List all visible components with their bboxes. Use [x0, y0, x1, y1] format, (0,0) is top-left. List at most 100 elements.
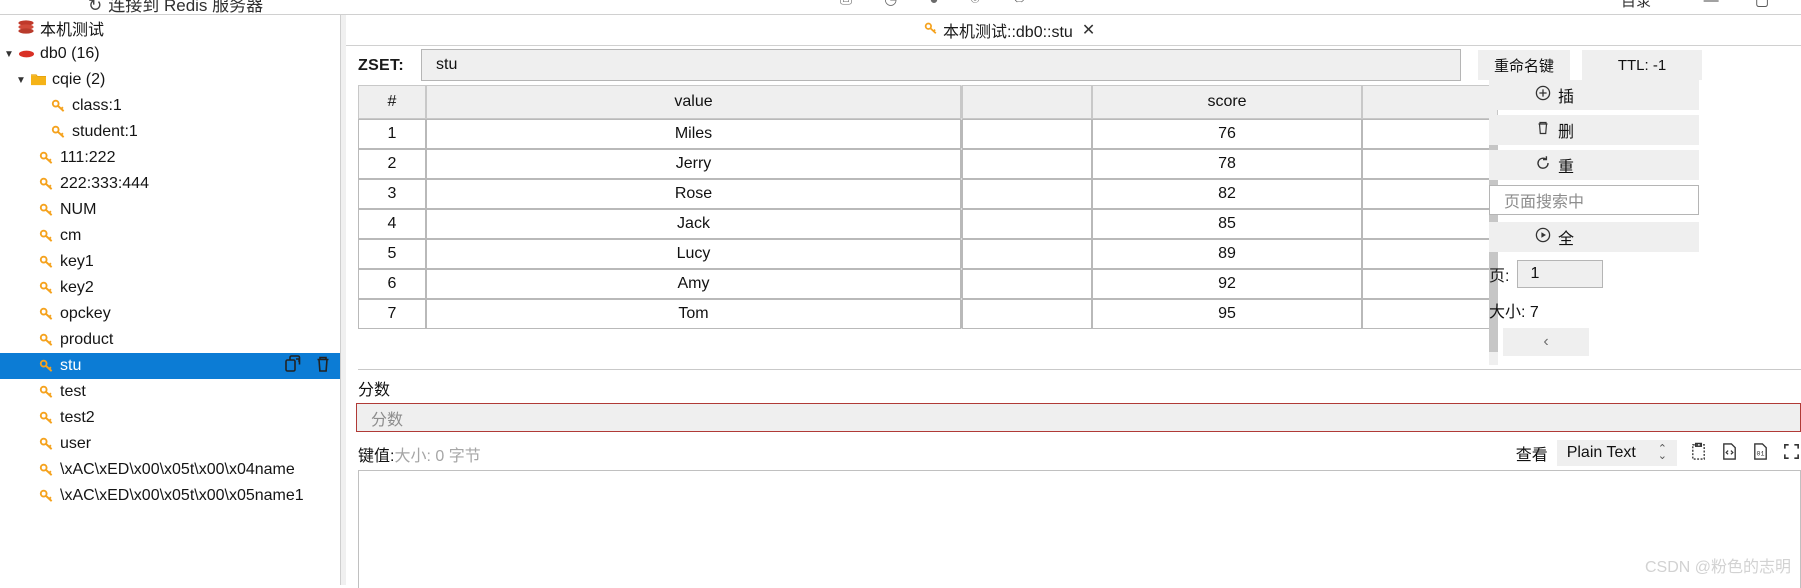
- cell-score[interactable]: 85: [1092, 209, 1362, 239]
- sidebar-item-xac-xed-x00-x05t-x00-x04name[interactable]: \xAC\xED\x00\x05t\x00\x04name: [0, 457, 340, 483]
- cell-mid[interactable]: [962, 149, 1092, 179]
- prev-page-button[interactable]: ‹: [1503, 328, 1589, 356]
- chevron-updown-icon[interactable]: ⌃ ⌄: [1658, 444, 1667, 462]
- column-header-score[interactable]: score: [1092, 85, 1362, 119]
- cell-value[interactable]: Jack: [426, 209, 961, 239]
- cell-mid[interactable]: [962, 239, 1092, 269]
- cell-value[interactable]: Amy: [426, 269, 961, 299]
- cell-index[interactable]: 7: [358, 299, 426, 329]
- close-icon[interactable]: ✕: [1082, 20, 1095, 40]
- copy-key-icon[interactable]: [284, 355, 302, 373]
- sidebar-item-xac-xed-x00-x05t-x00-x05name1[interactable]: \xAC\xED\x00\x05t\x00\x05name1: [0, 483, 340, 509]
- sidebar-item-key1[interactable]: key1: [0, 249, 340, 275]
- window-controls[interactable]: — ▢: [1704, 0, 1785, 9]
- cell-score[interactable]: 82: [1092, 179, 1362, 209]
- cell-score[interactable]: 92: [1092, 269, 1362, 299]
- cell-index[interactable]: 1: [358, 119, 426, 149]
- cell-tail[interactable]: [1362, 209, 1498, 239]
- sidebar-item-db0-16[interactable]: ▼ db0 (16): [0, 41, 340, 67]
- cell-index[interactable]: 2: [358, 149, 426, 179]
- sidebar-item-111-222[interactable]: 111:222: [0, 145, 340, 171]
- chevron-down-icon[interactable]: ▼: [2, 49, 16, 60]
- tab-bar: 本机测试::db0::stu ✕: [346, 15, 1801, 46]
- cell-tail[interactable]: [1362, 299, 1498, 329]
- table-row[interactable]: 7 Tom 95: [358, 299, 1498, 329]
- reload-button[interactable]: 重: [1489, 150, 1699, 180]
- column-header-value[interactable]: value: [426, 85, 961, 119]
- cell-value[interactable]: Jerry: [426, 149, 961, 179]
- delete-key-icon[interactable]: [314, 355, 332, 373]
- sidebar-item-cm[interactable]: cm: [0, 223, 340, 249]
- cell-score[interactable]: 76: [1092, 119, 1362, 149]
- sidebar-item-student-1[interactable]: student:1: [0, 119, 340, 145]
- page-search-input[interactable]: 页面搜索中: [1489, 185, 1699, 215]
- table-row[interactable]: 3 Rose 82: [358, 179, 1498, 209]
- binary-icon[interactable]: 01: [1751, 442, 1770, 465]
- sidebar-item-label: stu: [60, 357, 82, 374]
- score-input[interactable]: 分数: [356, 403, 1801, 432]
- cell-mid[interactable]: [962, 209, 1092, 239]
- cell-value[interactable]: Rose: [426, 179, 961, 209]
- scan-all-label: 全: [1558, 231, 1575, 248]
- cell-tail[interactable]: [1362, 149, 1498, 179]
- cell-index[interactable]: 3: [358, 179, 426, 209]
- toolbar-icons-clipped[interactable]: ⎙ ◷ ● ⌾ ⇔: [840, 0, 1041, 8]
- ttl-button[interactable]: TTL: -1: [1582, 50, 1702, 80]
- cell-index[interactable]: 6: [358, 269, 426, 299]
- chevron-down-icon[interactable]: ▼: [14, 75, 28, 86]
- sidebar-item-cqie-2[interactable]: ▼ cqie (2): [0, 67, 340, 93]
- table-row[interactable]: 5 Lucy 89: [358, 239, 1498, 269]
- sidebar-item-product[interactable]: product: [0, 327, 340, 353]
- code-icon[interactable]: [1720, 442, 1739, 465]
- page-input[interactable]: 1: [1517, 260, 1604, 288]
- value-textarea[interactable]: [358, 470, 1801, 588]
- cell-score[interactable]: 95: [1092, 299, 1362, 329]
- cell-tail[interactable]: [1362, 179, 1498, 209]
- key-name-input[interactable]: stu: [421, 49, 1461, 81]
- table-row[interactable]: 2 Jerry 78: [358, 149, 1498, 179]
- view-format-select[interactable]: Plain Text ⌃ ⌄: [1556, 440, 1677, 466]
- refresh-icon: ↻: [88, 0, 103, 14]
- cell-tail[interactable]: [1362, 239, 1498, 269]
- clipboard-icon[interactable]: [1689, 442, 1708, 465]
- sidebar-item-222-333-444[interactable]: 222:333:444: [0, 171, 340, 197]
- cell-tail[interactable]: [1362, 269, 1498, 299]
- sidebar-item-key2[interactable]: key2: [0, 275, 340, 301]
- sidebar-item-stu[interactable]: stu: [0, 353, 340, 379]
- sidebar-item-user[interactable]: user: [0, 431, 340, 457]
- cell-value[interactable]: Lucy: [426, 239, 961, 269]
- insert-row-button[interactable]: 插: [1489, 80, 1699, 110]
- key-icon: [36, 279, 56, 297]
- column-header-index[interactable]: #: [358, 85, 426, 119]
- column-header-mid[interactable]: [962, 85, 1092, 119]
- scan-all-button[interactable]: 全: [1489, 222, 1699, 252]
- cell-index[interactable]: 4: [358, 209, 426, 239]
- cell-mid[interactable]: [962, 119, 1092, 149]
- cell-value[interactable]: Miles: [426, 119, 961, 149]
- cell-index[interactable]: 5: [358, 239, 426, 269]
- cell-tail[interactable]: [1362, 119, 1498, 149]
- sidebar-item-[interactable]: 本机测试: [0, 15, 340, 41]
- key-tree-sidebar[interactable]: 本机测试 ▼ db0 (16) ▼ cqie (2) class:1 student:1 11…: [0, 15, 340, 585]
- sidebar-item-test2[interactable]: test2: [0, 405, 340, 431]
- table-row[interactable]: 1 Miles 76: [358, 119, 1498, 149]
- sidebar-item-opckey[interactable]: opckey: [0, 301, 340, 327]
- cell-score[interactable]: 89: [1092, 239, 1362, 269]
- tab-key-stu[interactable]: 本机测试::db0::stu ✕: [924, 18, 1095, 42]
- delete-row-button[interactable]: 删: [1489, 115, 1699, 145]
- fullscreen-icon[interactable]: [1782, 442, 1801, 465]
- watermark: CSDN @粉色的志明: [1644, 559, 1791, 576]
- cell-mid[interactable]: [962, 269, 1092, 299]
- cell-value[interactable]: Tom: [426, 299, 961, 329]
- cell-mid[interactable]: [962, 299, 1092, 329]
- table-row[interactable]: 6 Amy 92: [358, 269, 1498, 299]
- rename-key-button[interactable]: 重命名键: [1478, 50, 1570, 80]
- cell-mid[interactable]: [962, 179, 1092, 209]
- column-header-tail[interactable]: [1362, 85, 1498, 119]
- cell-score[interactable]: 78: [1092, 149, 1362, 179]
- sidebar-item-class-1[interactable]: class:1: [0, 93, 340, 119]
- zset-table[interactable]: # value score 1 Miles 76 2 Jerry 78 3 Rose 82 4 Ja…: [358, 85, 1498, 365]
- sidebar-item-test[interactable]: test: [0, 379, 340, 405]
- sidebar-item-num[interactable]: NUM: [0, 197, 340, 223]
- table-row[interactable]: 4 Jack 85: [358, 209, 1498, 239]
